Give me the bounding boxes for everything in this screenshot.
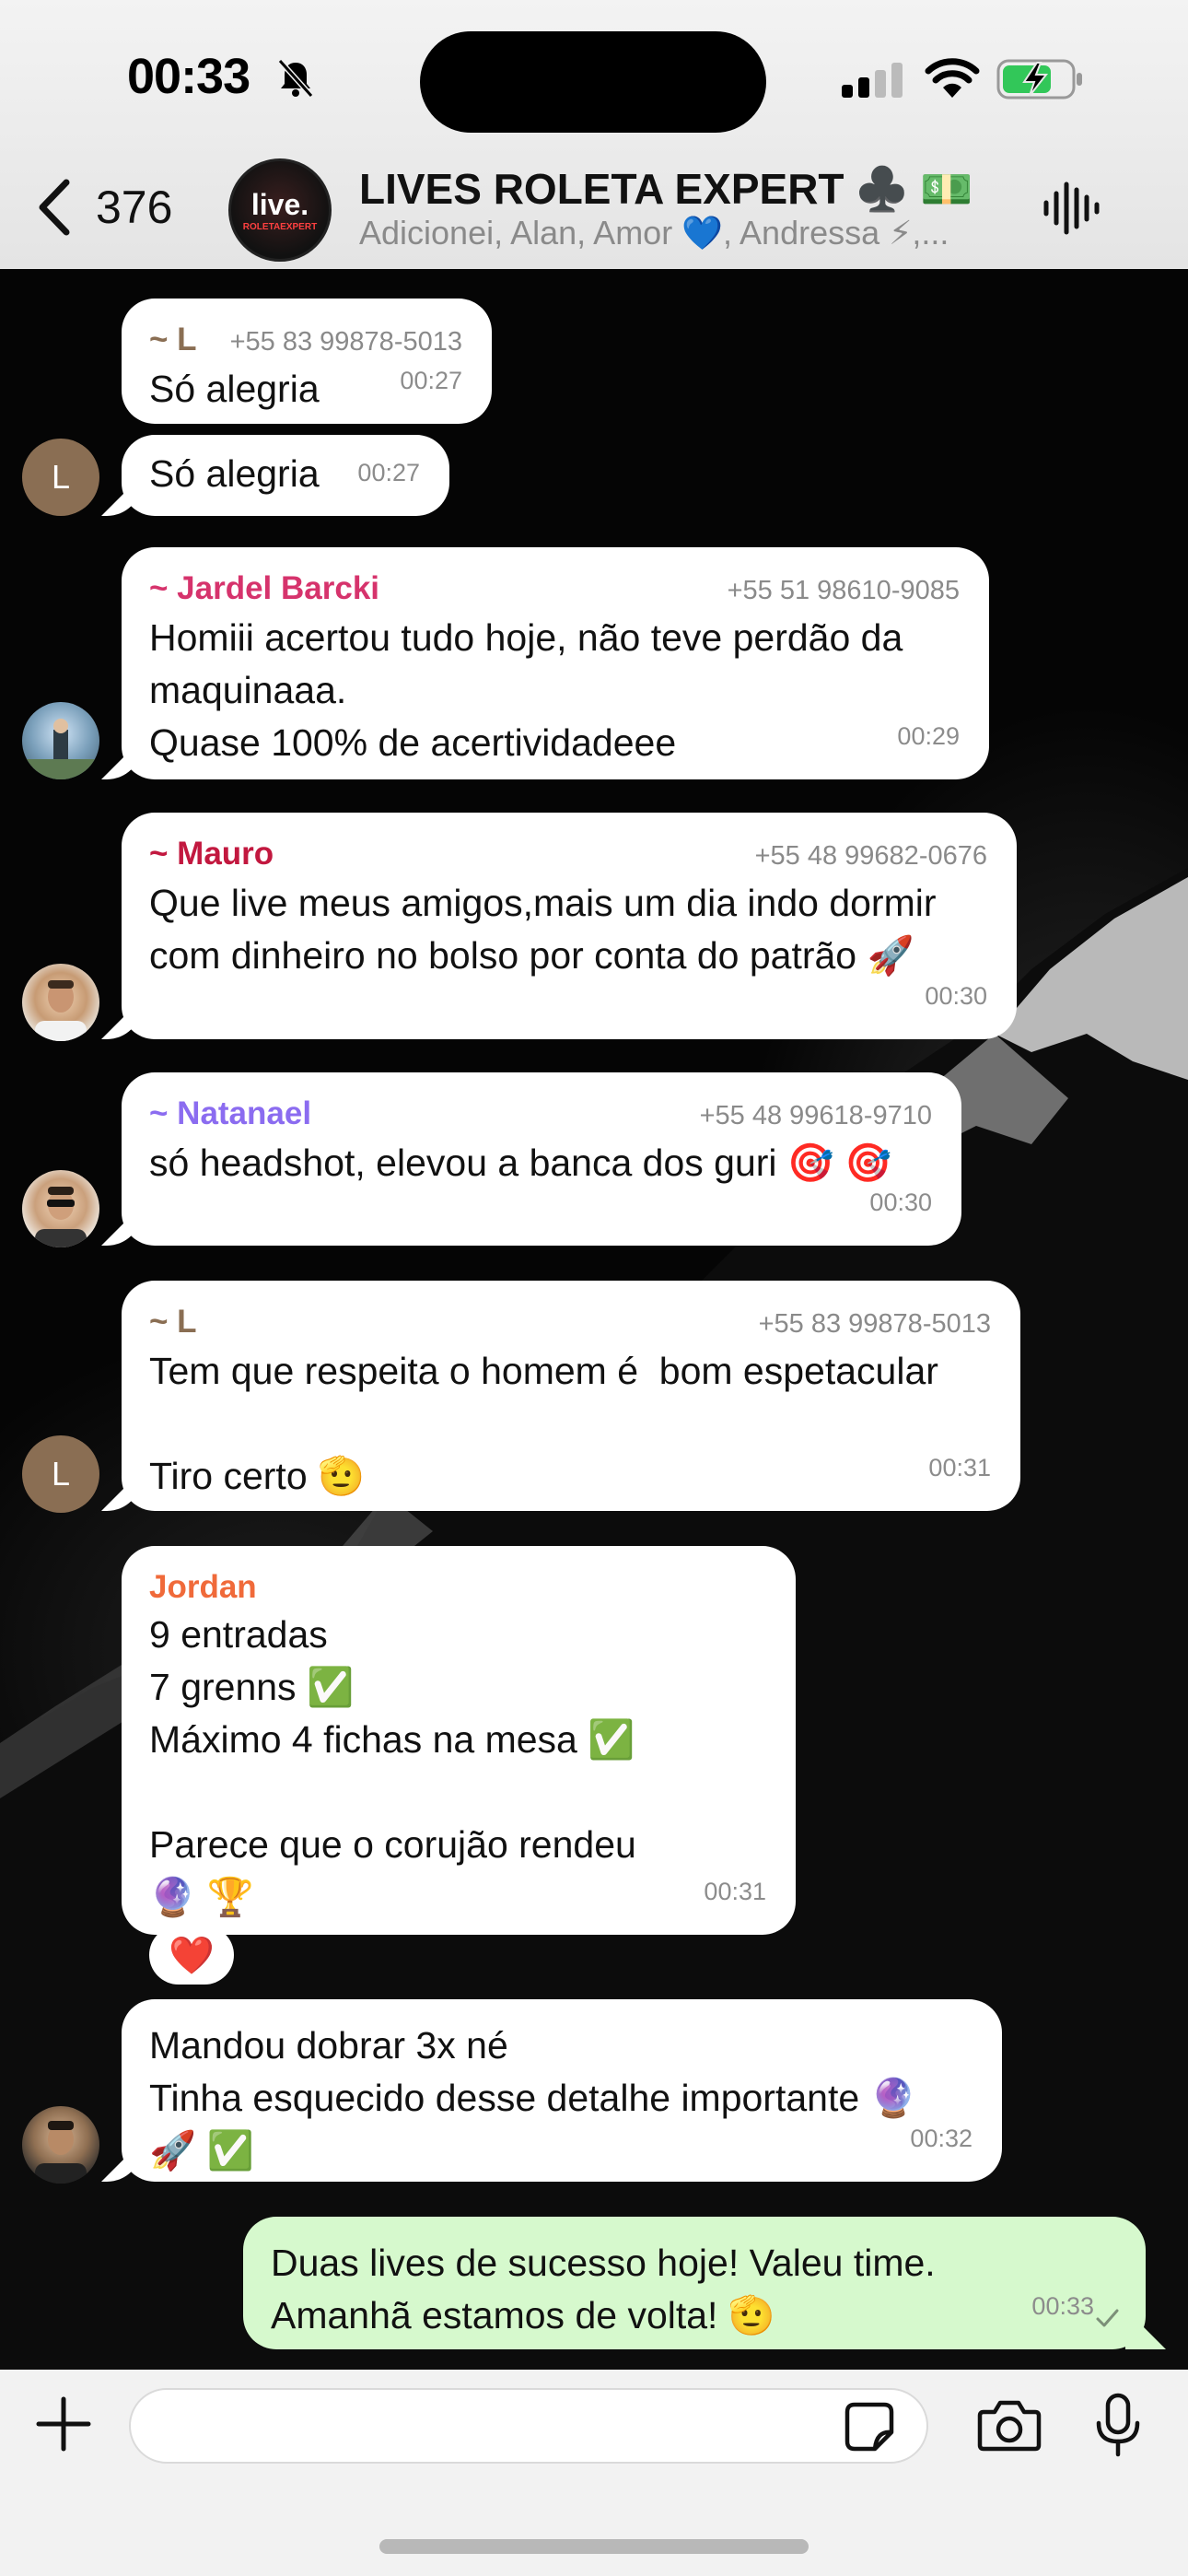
avatar-letter: L [51, 458, 71, 496]
sender-name[interactable]: ~ Mauro [149, 833, 274, 875]
message-time: 00:31 [928, 1454, 991, 1481]
sender-avatar[interactable]: L [22, 1435, 99, 1513]
sent-check-icon [1096, 2309, 1119, 2327]
avatar-photo [35, 2121, 87, 2184]
group-avatar-subtext: ROLETAEXPERT [242, 222, 318, 232]
avatar-photo [22, 719, 99, 779]
message-bubble[interactable]: ~ L +55 83 99878-5013 Tem que respeita o… [122, 1281, 1020, 1511]
voice-chat-icon[interactable] [1041, 181, 1101, 236]
top-bar: 00:33 376 live. ROLETAEXPERT LIVES ROLET… [0, 0, 1188, 269]
own-message-bubble[interactable]: Duas lives de sucesso hoje! Valeu time. … [243, 2217, 1146, 2349]
sender-phone: +55 48 99618-9710 [699, 1101, 932, 1130]
message-text: Mandou dobrar 3x né Tinha esquecido dess… [149, 2024, 917, 2172]
message-text: 9 entradas 7 grenns ✅ Máximo 4 fichas na… [149, 1613, 636, 1918]
sticker-icon[interactable] [842, 2399, 897, 2454]
avatar-letter: L [51, 1455, 71, 1493]
back-chevron-icon[interactable] [28, 175, 83, 240]
message-bubble[interactable]: ~ Jardel Barcki +55 51 98610-9085 Homiii… [122, 547, 989, 779]
message-time: 00:27 [400, 367, 462, 394]
group-avatar[interactable]: live. ROLETAEXPERT [228, 158, 332, 262]
message-bubble[interactable]: ~ Mauro +55 48 99682-0676 Que live meus … [122, 813, 1017, 1039]
message-text: Homiii acertou tudo hoje, não teve perdã… [149, 616, 903, 764]
message-time: 00:27 [357, 459, 420, 486]
message-time: 00:30 [925, 982, 987, 1010]
message-text: Tem que respeita o homem é bom espetacul… [149, 1350, 938, 1497]
message-text: só headshot, elevou a banca dos guri 🎯 🎯 [149, 1142, 892, 1184]
message-input[interactable] [129, 2388, 928, 2464]
sender-avatar[interactable] [22, 1170, 99, 1247]
sender-name[interactable]: Jordan [149, 1566, 257, 1609]
message-bubble[interactable]: Só alegria 00:27 [122, 435, 449, 516]
sender-phone: +55 48 99682-0676 [754, 841, 987, 871]
avatar-photo [35, 980, 87, 1041]
sender-avatar[interactable]: L [22, 439, 99, 516]
camera-icon[interactable] [976, 2397, 1042, 2453]
wifi-icon [925, 58, 980, 98]
sender-name[interactable]: ~ L [149, 1301, 197, 1343]
sender-name[interactable]: ~ Jardel Barcki [149, 568, 379, 610]
heart-reaction: ❤️ [169, 1934, 215, 1977]
cellular-signal-icon [842, 63, 903, 98]
group-avatar-text: live. [250, 188, 309, 221]
message-text: Duas lives de sucesso hoje! Valeu time. … [271, 2242, 936, 2336]
sender-phone: +55 83 99878-5013 [758, 1309, 991, 1339]
reaction-badge[interactable]: ❤️ [149, 1926, 234, 1985]
message-bubble[interactable]: ~ Natanael +55 48 99618-9710 só headshot… [122, 1072, 961, 1246]
dynamic-island [420, 31, 766, 133]
sender-avatar[interactable] [22, 964, 99, 1041]
sender-phone: +55 51 98610-9085 [727, 576, 960, 605]
message-header: ~ Mauro +55 48 99682-0676 [149, 833, 987, 877]
message-bubble[interactable]: Jordan 9 entradas 7 grenns ✅ Máximo 4 fi… [122, 1546, 796, 1935]
message-header: ~ L +55 83 99878-5013 [149, 1301, 991, 1345]
sender-name[interactable]: ~ L [149, 319, 197, 361]
battery-charging-icon [996, 59, 1082, 100]
message-header: Jordan [149, 1566, 766, 1609]
bell-slash-icon [277, 58, 314, 99]
message-time: 00:32 [910, 2125, 973, 2152]
status-time: 00:33 [127, 49, 250, 104]
microphone-icon[interactable] [1092, 2392, 1144, 2458]
message-bubble[interactable]: ~ L +55 83 99878-5013 Só alegria 00:27 [122, 299, 492, 424]
message-time: 00:31 [704, 1878, 766, 1905]
plus-icon[interactable] [35, 2395, 92, 2453]
message-header: ~ Natanael +55 48 99618-9710 [149, 1093, 932, 1137]
message-header: ~ Jardel Barcki +55 51 98610-9085 [149, 568, 960, 612]
group-title[interactable]: LIVES ROLETA EXPERT ♣️ 💵 [359, 164, 973, 215]
unread-count[interactable]: 376 [96, 181, 172, 234]
avatar-photo [35, 1187, 87, 1247]
message-time: 00:29 [897, 722, 960, 750]
message-time: 00:33 [1031, 2292, 1094, 2320]
message-bubble[interactable]: Mandou dobrar 3x né Tinha esquecido dess… [122, 1999, 1002, 2182]
sender-avatar[interactable] [22, 702, 99, 779]
group-members[interactable]: Adicionei, Alan, Amor 💙, Andressa ⚡,... [359, 214, 1004, 252]
message-text: Que live meus amigos,mais um dia indo do… [149, 882, 937, 977]
sender-name[interactable]: ~ Natanael [149, 1093, 311, 1135]
message-time: 00:30 [869, 1188, 932, 1216]
home-indicator[interactable] [379, 2539, 809, 2554]
sender-avatar[interactable] [22, 2106, 99, 2184]
